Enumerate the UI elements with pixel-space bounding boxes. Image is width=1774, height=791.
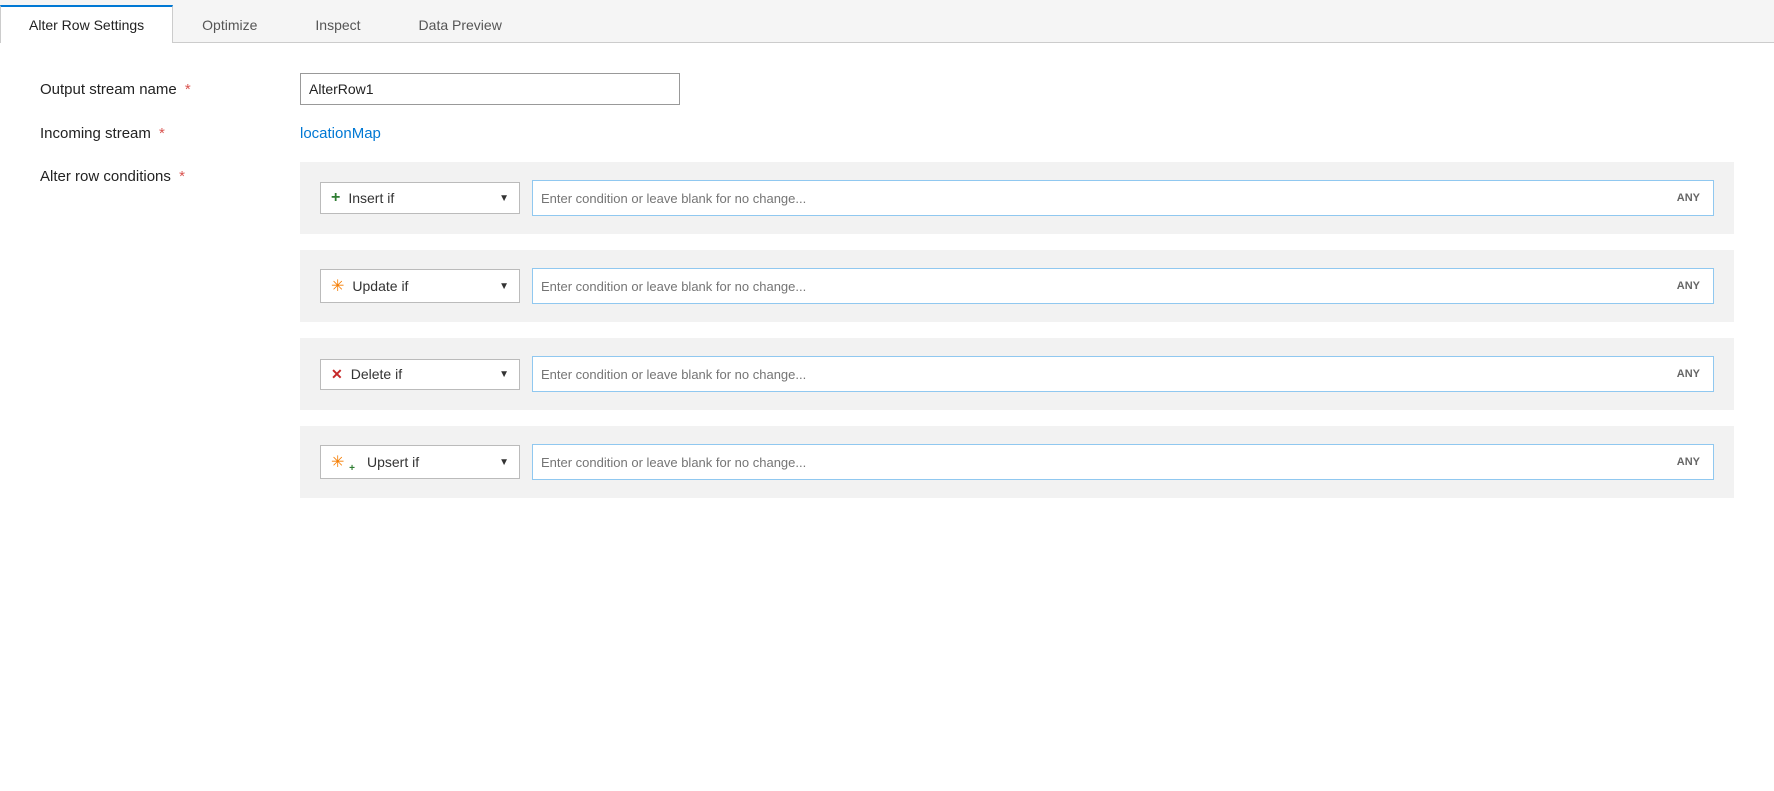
delete-condition-input[interactable]: [532, 356, 1714, 392]
upsert-dropdown-arrow-icon: ▼: [499, 457, 509, 468]
alter-row-conditions-section: Alter row conditions * + Insert if ▼: [40, 162, 1734, 498]
dropdown-inner-insert: + Insert if: [331, 189, 394, 207]
delete-icon: ✕: [331, 366, 343, 383]
insert-icon: +: [331, 189, 340, 207]
condition-dropdown-upsert[interactable]: ✳ + Upsert if ▼: [320, 445, 520, 479]
delete-input-wrapper: ANY: [532, 356, 1714, 392]
upsert-input-wrapper: ANY: [532, 444, 1714, 480]
delete-any-badge: ANY: [1671, 368, 1706, 380]
content-area: Output stream name * Incoming stream * l…: [0, 43, 1774, 791]
incoming-stream-required: *: [159, 125, 165, 142]
condition-dropdown-insert[interactable]: + Insert if ▼: [320, 182, 520, 214]
delete-label: Delete if: [351, 366, 402, 382]
alter-row-conditions-label: Alter row conditions *: [40, 162, 300, 185]
insert-dropdown-arrow-icon: ▼: [499, 193, 509, 204]
conditions-list: + Insert if ▼ ANY ✳ Upd: [300, 162, 1734, 498]
update-dropdown-arrow-icon: ▼: [499, 281, 509, 292]
condition-dropdown-delete[interactable]: ✕ Delete if ▼: [320, 359, 520, 390]
window: Alter Row Settings Optimize Inspect Data…: [0, 0, 1774, 791]
upsert-icon: ✳ +: [331, 452, 351, 472]
output-stream-input[interactable]: [300, 73, 680, 105]
tab-alter-row-settings[interactable]: Alter Row Settings: [0, 5, 173, 43]
update-label: Update if: [352, 278, 408, 294]
tab-optimize[interactable]: Optimize: [173, 6, 286, 43]
output-stream-label: Output stream name *: [40, 81, 300, 98]
condition-dropdown-update[interactable]: ✳ Update if ▼: [320, 269, 520, 303]
upsert-label: Upsert if: [367, 454, 419, 470]
incoming-stream-row: Incoming stream * locationMap: [40, 125, 1734, 142]
tab-data-preview[interactable]: Data Preview: [390, 6, 531, 43]
tab-bar: Alter Row Settings Optimize Inspect Data…: [0, 0, 1774, 43]
upsert-condition-input[interactable]: [532, 444, 1714, 480]
output-stream-row: Output stream name *: [40, 73, 1734, 105]
condition-row-delete: ✕ Delete if ▼ ANY: [300, 338, 1734, 410]
insert-input-wrapper: ANY: [532, 180, 1714, 216]
alter-row-conditions-required: *: [179, 168, 185, 185]
output-stream-required: *: [185, 81, 191, 98]
update-any-badge: ANY: [1671, 280, 1706, 292]
dropdown-inner-delete: ✕ Delete if: [331, 366, 402, 383]
condition-row-upsert: ✳ + Upsert if ▼ ANY: [300, 426, 1734, 498]
insert-label: Insert if: [348, 190, 394, 206]
update-condition-input[interactable]: [532, 268, 1714, 304]
tab-inspect[interactable]: Inspect: [286, 6, 389, 43]
incoming-stream-link[interactable]: locationMap: [300, 125, 381, 142]
dropdown-inner-upsert: ✳ + Upsert if: [331, 452, 419, 472]
insert-condition-input[interactable]: [532, 180, 1714, 216]
delete-dropdown-arrow-icon: ▼: [499, 369, 509, 380]
upsert-plus-icon: +: [349, 463, 355, 474]
upsert-any-badge: ANY: [1671, 456, 1706, 468]
condition-row-insert: + Insert if ▼ ANY: [300, 162, 1734, 234]
update-icon: ✳: [331, 276, 344, 296]
insert-any-badge: ANY: [1671, 192, 1706, 204]
update-input-wrapper: ANY: [532, 268, 1714, 304]
incoming-stream-label: Incoming stream *: [40, 125, 300, 142]
upsert-star-icon: ✳: [331, 452, 344, 472]
condition-row-update: ✳ Update if ▼ ANY: [300, 250, 1734, 322]
dropdown-inner-update: ✳ Update if: [331, 276, 408, 296]
